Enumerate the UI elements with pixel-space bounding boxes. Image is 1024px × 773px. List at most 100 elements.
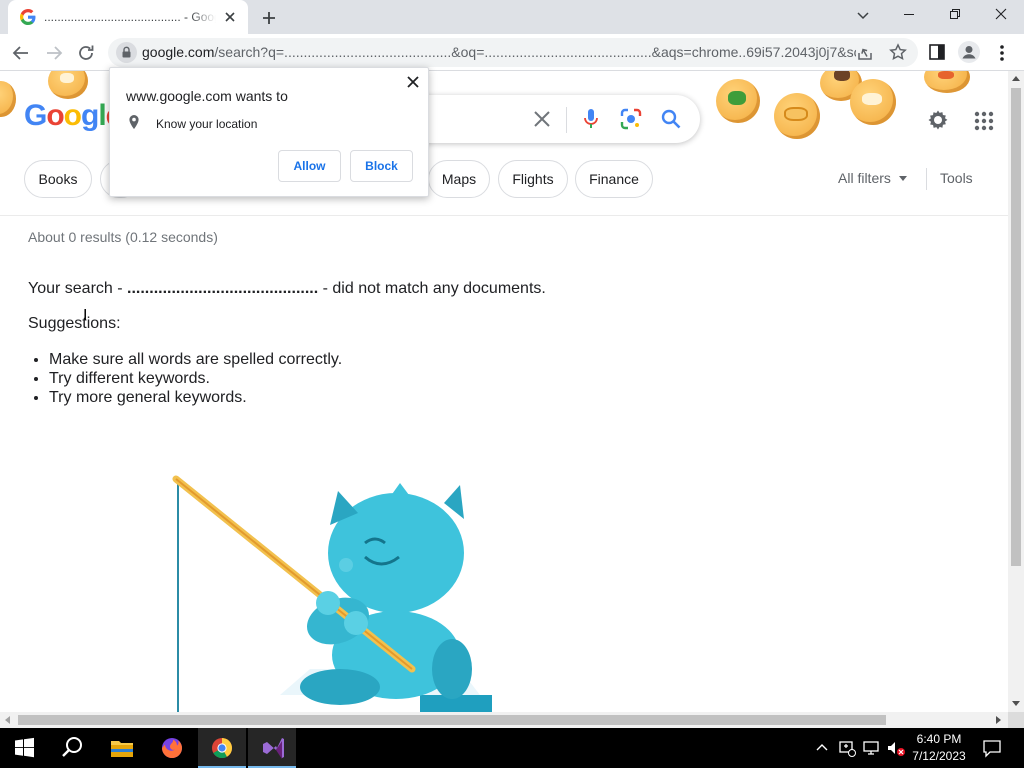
suggestions-heading: Suggestions: bbox=[28, 315, 121, 332]
horizontal-scrollbar[interactable] bbox=[0, 712, 1008, 728]
doodle-food-icon bbox=[850, 79, 896, 125]
minimize-icon bbox=[904, 14, 914, 15]
chip-maps[interactable]: Maps bbox=[428, 160, 490, 198]
search-icon[interactable] bbox=[660, 108, 682, 130]
browser-toolbar: google.com/search?q=....................… bbox=[0, 34, 1024, 71]
doodle-food-icon bbox=[774, 93, 820, 139]
location-pin-icon bbox=[129, 115, 139, 129]
search-query: ........................................… bbox=[127, 280, 319, 297]
doodle-food-icon bbox=[924, 71, 970, 93]
file-explorer-icon bbox=[111, 741, 133, 757]
text-cursor-icon: I bbox=[83, 307, 88, 324]
address-bar[interactable]: google.com/search?q=....................… bbox=[108, 38, 918, 67]
close-window-button[interactable] bbox=[978, 0, 1024, 30]
all-filters-label: All filters bbox=[838, 170, 891, 186]
settings-gear-icon[interactable] bbox=[926, 108, 950, 132]
tab-strip: ........................................… bbox=[0, 0, 1024, 34]
restore-icon bbox=[950, 9, 960, 19]
browser-tab[interactable]: ........................................… bbox=[8, 0, 248, 34]
tools-button[interactable]: Tools bbox=[940, 170, 973, 186]
url-path: /search?q=..............................… bbox=[214, 44, 856, 60]
result-stats: About 0 results (0.12 seconds) bbox=[28, 229, 218, 245]
taskbar-file-explorer[interactable] bbox=[98, 728, 146, 768]
logo-letter: G bbox=[24, 99, 47, 132]
vertical-scroll-thumb[interactable] bbox=[1011, 88, 1021, 566]
kebab-menu-icon[interactable] bbox=[998, 43, 1006, 63]
scroll-up-icon[interactable] bbox=[1012, 76, 1020, 81]
scroll-down-icon[interactable] bbox=[1012, 701, 1020, 706]
logo-letter: o bbox=[46, 99, 64, 132]
network-icon[interactable] bbox=[862, 739, 880, 757]
star-icon[interactable] bbox=[889, 43, 907, 61]
block-button[interactable]: Block bbox=[350, 150, 413, 182]
close-icon[interactable] bbox=[222, 9, 238, 25]
chip-finance[interactable]: Finance bbox=[575, 160, 653, 198]
share-icon[interactable] bbox=[856, 44, 874, 62]
logo-letter: g bbox=[81, 99, 99, 132]
restore-button[interactable] bbox=[932, 0, 978, 30]
url-text: google.com/search?q=....................… bbox=[142, 44, 856, 60]
clock-time: 6:40 PM bbox=[916, 732, 962, 746]
caret-down-icon bbox=[898, 176, 907, 181]
start-button[interactable] bbox=[0, 728, 48, 768]
scroll-left-icon[interactable] bbox=[5, 716, 10, 724]
no-match-message: Your search - ..........................… bbox=[28, 280, 546, 298]
google-favicon bbox=[20, 9, 36, 25]
plus-icon[interactable] bbox=[258, 7, 280, 29]
taskbar-visual-studio[interactable] bbox=[248, 728, 296, 768]
apps-grid-icon[interactable] bbox=[974, 111, 994, 131]
no-match-suffix: - did not match any documents. bbox=[318, 280, 546, 297]
url-host: google.com bbox=[142, 44, 215, 60]
chrome-icon bbox=[212, 738, 233, 759]
doodle-food-icon bbox=[48, 71, 88, 99]
logo-letter: o bbox=[63, 99, 82, 132]
taskbar-search-button[interactable] bbox=[48, 728, 96, 768]
side-panel-icon[interactable] bbox=[928, 43, 946, 61]
forward-arrow-icon[interactable] bbox=[43, 42, 65, 64]
profile-button[interactable] bbox=[958, 41, 980, 63]
clock-date: 7/12/2023 bbox=[912, 749, 966, 763]
firefox-icon bbox=[162, 738, 182, 758]
taskbar-clock[interactable]: 6:40 PM 7/12/2023 bbox=[908, 731, 970, 765]
tray-chevron-up-icon[interactable] bbox=[816, 742, 828, 752]
search-icon bbox=[62, 737, 82, 757]
taskbar-firefox[interactable] bbox=[148, 728, 196, 768]
clear-icon[interactable] bbox=[532, 109, 552, 129]
suggestion-item: Try different keywords. bbox=[49, 369, 342, 388]
all-filters-button[interactable]: All filters bbox=[838, 170, 907, 186]
fishing-monster-illustration bbox=[172, 475, 492, 712]
back-arrow-icon[interactable] bbox=[10, 42, 32, 64]
no-match-prefix: Your search - bbox=[28, 280, 128, 297]
lock-icon bbox=[122, 46, 131, 58]
google-lens-icon[interactable] bbox=[620, 108, 642, 130]
minimize-button[interactable] bbox=[886, 0, 932, 30]
volume-muted-icon[interactable] bbox=[886, 739, 906, 757]
reload-icon[interactable] bbox=[75, 42, 97, 64]
start-icon bbox=[15, 737, 34, 758]
chevron-down-icon[interactable] bbox=[854, 7, 872, 25]
chip-flights[interactable]: Flights bbox=[498, 160, 568, 198]
location-permission-popup: www.google.com wants to Know your locati… bbox=[109, 67, 429, 197]
logo-letter: l bbox=[98, 99, 106, 132]
tab-title: ........................................… bbox=[44, 10, 216, 24]
taskbar-chrome[interactable] bbox=[198, 728, 246, 768]
header-divider bbox=[0, 215, 1008, 216]
search-divider bbox=[566, 107, 567, 133]
windows-taskbar: 6:40 PM 7/12/2023 bbox=[0, 728, 1024, 768]
vertical-scrollbar[interactable] bbox=[1008, 71, 1024, 712]
google-logo[interactable]: Google bbox=[24, 99, 122, 133]
visual-studio-icon bbox=[263, 738, 284, 759]
horizontal-scroll-thumb[interactable] bbox=[18, 715, 886, 725]
site-info-button[interactable] bbox=[116, 42, 137, 63]
scroll-right-icon[interactable] bbox=[996, 716, 1001, 724]
allow-button[interactable]: Allow bbox=[278, 150, 341, 182]
mic-icon[interactable] bbox=[582, 107, 600, 131]
doodle-food-icon bbox=[0, 81, 16, 117]
close-popup-icon[interactable] bbox=[406, 75, 420, 89]
permission-origin: www.google.com wants to bbox=[126, 88, 288, 104]
notifications-icon[interactable] bbox=[982, 738, 1002, 758]
close-window-icon bbox=[995, 8, 1007, 20]
suggestion-item: Make sure all words are spelled correctl… bbox=[49, 350, 342, 369]
chip-books[interactable]: Books bbox=[24, 160, 92, 198]
tray-device-icon[interactable] bbox=[838, 739, 856, 757]
